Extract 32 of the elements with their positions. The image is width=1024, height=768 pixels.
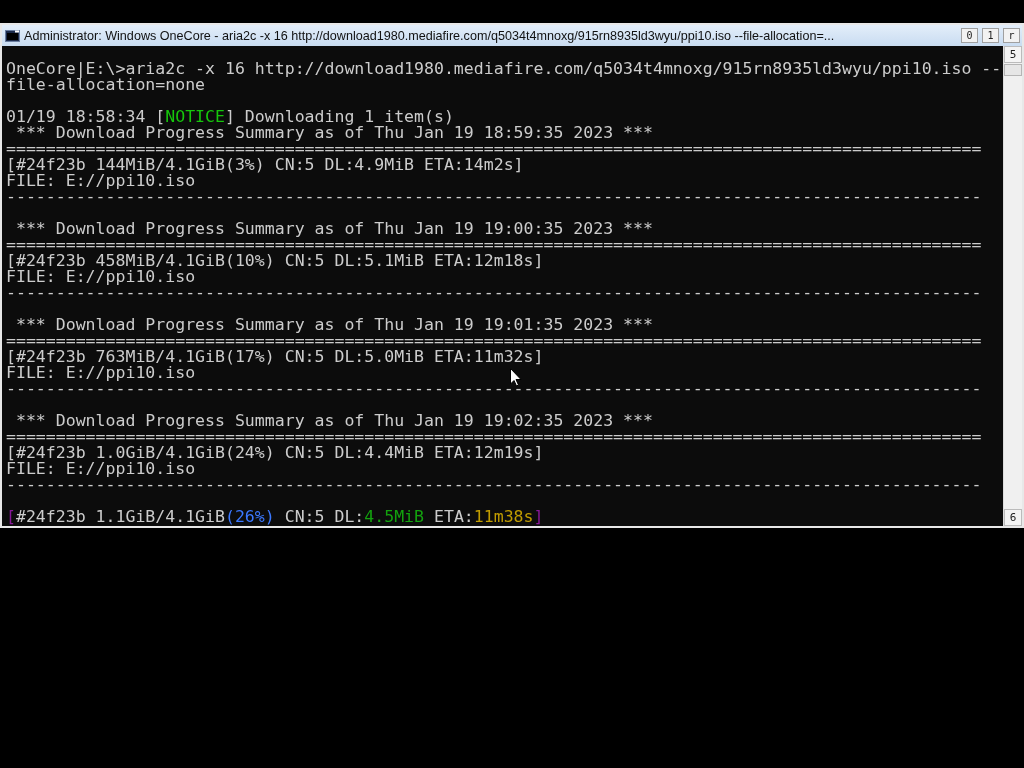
console-text: ETA:	[432, 507, 474, 526]
console-text: [	[6, 507, 16, 526]
title-bar-button[interactable]: 1	[982, 28, 999, 43]
console-text: [#24f23b 458MiB/4.1GiB(10%) CN:5 DL:5.1MiB ETA:12m18s]	[6, 251, 544, 270]
mouse-cursor-icon	[510, 368, 522, 387]
console-text: FILE: E://ppi10.iso	[6, 363, 196, 382]
console-text: FILE: E://ppi10.iso	[6, 171, 196, 190]
console-text: NOTICE	[165, 107, 225, 126]
console-text: 01/19 18:58:34 [	[6, 107, 166, 126]
scroll-up-button[interactable]: 5	[1004, 46, 1022, 63]
console-text: #24f23b 1.1GiB/4.1GiB	[15, 507, 225, 526]
console-text: FILE: E://ppi10.iso	[6, 459, 196, 478]
window-title: Administrator: Windows OneCore - aria2c -x 16 http://download1980.mediafire.com/q5034t4mnoxg/915rn8935ld3wyu/ppi10.iso --file-allocation=...	[24, 28, 836, 43]
console-text: [#24f23b 1.0GiB/4.1GiB(24%) CN:5 DL:4.4MiB ETA:12m19s]	[6, 443, 544, 462]
console-text: OneCore|E:\>aria2c -x 16 http://download1980.mediafire.com/q5034t4mnoxg/915rn8935ld3wyu/ppi10.iso --	[6, 59, 1002, 78]
console-text: ] Downloading 1 item(s)	[224, 107, 454, 126]
console-text: [#24f23b 144MiB/4.1GiB(3%) CN:5 DL:4.9MiB ETA:14m2s]	[6, 155, 524, 174]
console-text: 11m38s	[473, 507, 534, 526]
console-text: (26%)	[224, 507, 275, 526]
console-text: ]	[533, 507, 544, 526]
title-bar-button[interactable]: r	[1003, 28, 1020, 43]
title-bar-button[interactable]: 0	[961, 28, 978, 43]
console-text: [#24f23b 763MiB/4.1GiB(17%) CN:5 DL:5.0MiB ETA:11m32s]	[6, 347, 544, 366]
scrollbar-thumb[interactable]	[1004, 64, 1022, 76]
console-text: *** Download Progress Summary as of Thu Jan 19 19:00:35 2023 ***	[14, 219, 653, 238]
scroll-down-button[interactable]: 6	[1004, 509, 1022, 526]
console-app-icon	[5, 29, 20, 42]
console-text: 4.5MiB	[364, 507, 425, 526]
console-text: CN:5 DL:	[283, 507, 365, 526]
console-text: *** Download Progress Summary as of Thu Jan 19 19:01:35 2023 ***	[14, 315, 653, 334]
console-text: FILE: E://ppi10.iso	[6, 267, 196, 286]
console-text: *** Download Progress Summary as of Thu Jan 19 19:02:35 2023 ***	[14, 411, 653, 430]
